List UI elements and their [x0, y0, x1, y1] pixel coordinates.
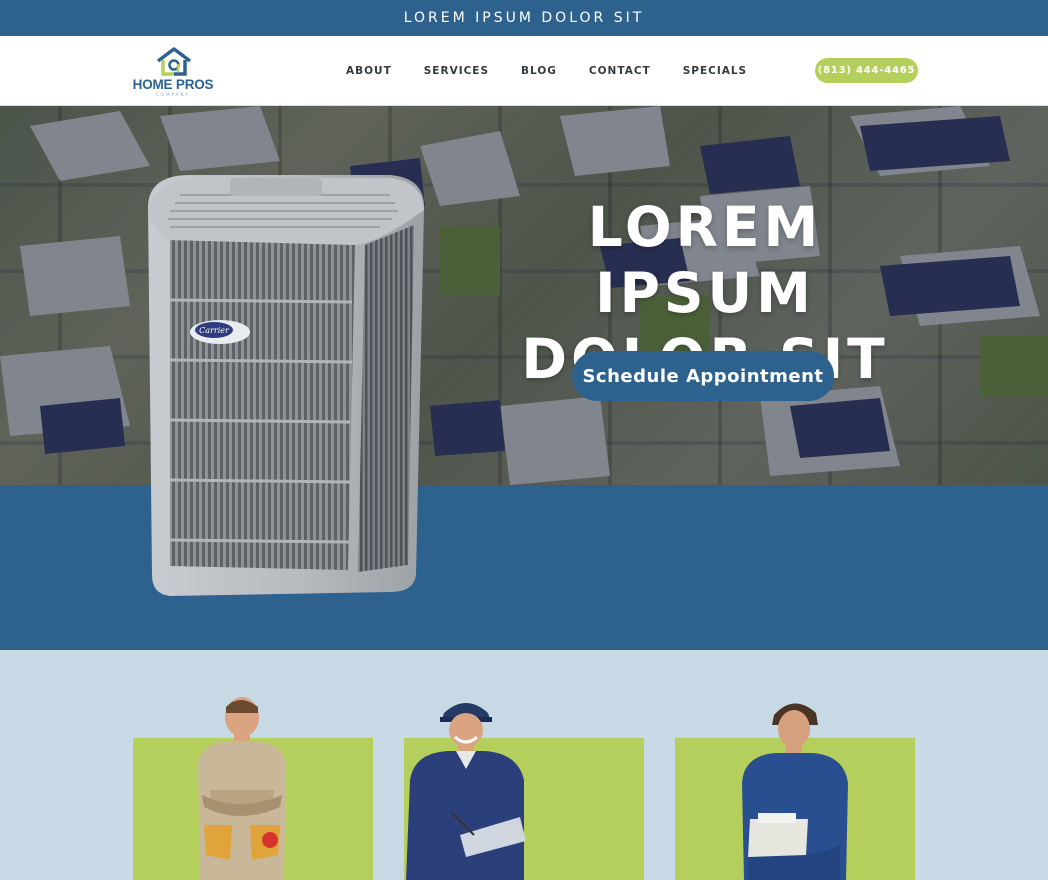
logo[interactable]: HOME PROS COMPANY: [132, 46, 214, 98]
nav-specials[interactable]: SPECIALS: [683, 65, 747, 77]
hero-heading-line1: LOREM IPSUM: [587, 195, 823, 325]
ac-brand-label: Carrier: [199, 326, 230, 335]
schedule-appointment-button[interactable]: Schedule Appointment: [572, 351, 834, 401]
site-header: HOME PROS COMPANY ABOUT SERVICES BLOG CO…: [0, 36, 1048, 106]
nav-blog[interactable]: BLOG: [521, 65, 557, 77]
air-conditioner-image: Carrier: [148, 175, 425, 596]
announcement-bar: LOREM IPSUM DOLOR SIT: [0, 0, 1048, 36]
house-logo-icon: [156, 47, 192, 76]
technician-2-image: [406, 703, 526, 880]
nav-about[interactable]: ABOUT: [346, 65, 392, 77]
nav-services[interactable]: SERVICES: [424, 65, 489, 77]
team-section: [0, 650, 1048, 880]
technician-1-image: [198, 697, 286, 880]
phone-button[interactable]: (813) 444-4465: [815, 58, 918, 83]
announcement-text: LOREM IPSUM DOLOR SIT: [403, 10, 645, 26]
logo-subtitle: COMPANY: [156, 92, 190, 97]
nav-contact[interactable]: CONTACT: [589, 65, 651, 77]
technician-3-image: [742, 703, 848, 880]
logo-name: HOME PROS: [132, 77, 214, 92]
main-menu: ABOUT SERVICES BLOG CONTACT SPECIALS: [346, 36, 779, 106]
